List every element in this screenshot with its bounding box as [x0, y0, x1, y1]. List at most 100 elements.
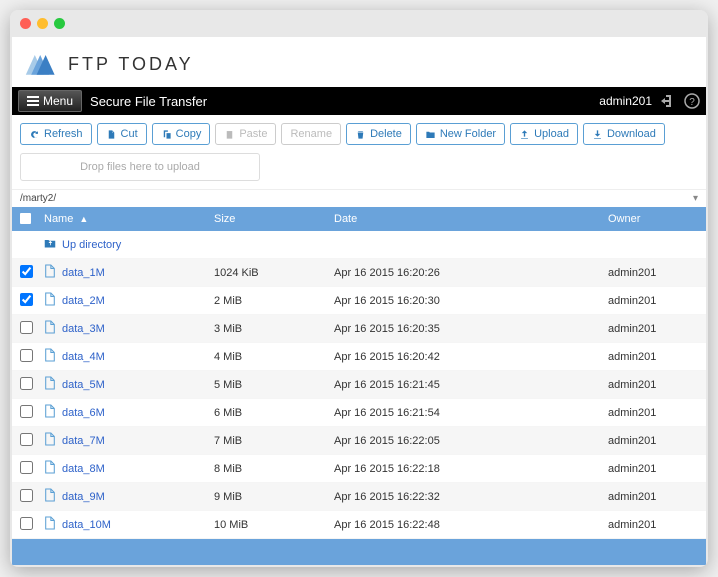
- file-size: 1024 KiB: [214, 267, 334, 279]
- cut-button[interactable]: Cut: [97, 123, 147, 145]
- column-date[interactable]: Date: [334, 213, 608, 225]
- menubar-right: admin201 ?: [599, 93, 700, 109]
- row-checkbox[interactable]: [20, 405, 33, 418]
- paste-button: Paste: [215, 123, 276, 145]
- file-link[interactable]: data_5M: [62, 379, 105, 391]
- file-icon: [44, 516, 56, 533]
- table-header: Name▲ Size Date Owner: [12, 207, 706, 231]
- up-directory-link[interactable]: Up directory: [62, 239, 121, 251]
- row-checkbox[interactable]: [20, 461, 33, 474]
- file-date: Apr 16 2015 16:22:05: [334, 435, 608, 447]
- logo-text: FTP TODAY: [68, 54, 194, 75]
- file-icon: [44, 404, 56, 421]
- table-body: Up directorydata_1M1024 KiBApr 16 2015 1…: [12, 231, 706, 539]
- table-row: data_7M 7 MiBApr 16 2015 16:22:05admin201: [12, 427, 706, 455]
- maximize-icon[interactable]: [54, 18, 65, 29]
- delete-button[interactable]: Delete: [346, 123, 411, 145]
- file-date: Apr 16 2015 16:20:42: [334, 351, 608, 363]
- username: admin201: [599, 94, 652, 108]
- table-row: data_9M9 MiBApr 16 2015 16:22:32admin201: [12, 483, 706, 511]
- file-link[interactable]: data_2M: [62, 295, 105, 307]
- toolbar: Refresh Cut Copy Paste Rename Delete New…: [12, 115, 706, 153]
- menu-button[interactable]: Menu: [18, 90, 82, 112]
- file-icon: [44, 376, 56, 393]
- table-row: data_2M 2 MiBApr 16 2015 16:20:30admin201: [12, 287, 706, 315]
- file-date: Apr 16 2015 16:22:32: [334, 491, 608, 503]
- file-link[interactable]: data_9M: [62, 491, 105, 503]
- file-date: Apr 16 2015 16:20:30: [334, 295, 608, 307]
- table-footer: [12, 539, 706, 565]
- up-directory-row[interactable]: Up directory: [12, 231, 706, 259]
- copy-button[interactable]: Copy: [152, 123, 211, 145]
- column-size[interactable]: Size: [214, 213, 334, 225]
- file-icon: [44, 432, 56, 449]
- file-icon: [44, 320, 56, 337]
- file-icon: [44, 488, 56, 505]
- window: FTP TODAY Menu Secure File Transfer admi…: [10, 10, 708, 567]
- row-checkbox[interactable]: [20, 433, 33, 446]
- file-size: 2 MiB: [214, 295, 334, 307]
- logo-bar: FTP TODAY: [12, 37, 706, 87]
- row-checkbox[interactable]: [20, 349, 33, 362]
- file-link[interactable]: data_10M: [62, 519, 111, 531]
- menu-button-label: Menu: [43, 94, 73, 108]
- file-size: 7 MiB: [214, 435, 334, 447]
- app-title: Secure File Transfer: [90, 94, 207, 109]
- file-icon: [44, 264, 56, 281]
- hamburger-icon: [27, 100, 39, 102]
- file-owner: admin201: [608, 379, 698, 391]
- refresh-button[interactable]: Refresh: [20, 123, 92, 145]
- row-checkbox[interactable]: [20, 265, 33, 278]
- content: FTP TODAY Menu Secure File Transfer admi…: [12, 37, 706, 565]
- row-checkbox[interactable]: [20, 489, 33, 502]
- table-row: data_4M4 MiBApr 16 2015 16:20:42admin201: [12, 343, 706, 371]
- file-table: Name▲ Size Date Owner Up directory data_1…: [12, 207, 706, 565]
- file-link[interactable]: data_1M: [62, 267, 105, 279]
- file-owner: admin201: [608, 295, 698, 307]
- new-folder-button[interactable]: New Folder: [416, 123, 505, 145]
- table-row: data_6M6 MiBApr 16 2015 16:21:54admin201: [12, 399, 706, 427]
- file-link[interactable]: data_7M: [62, 435, 105, 447]
- file-link[interactable]: data_8M: [62, 463, 105, 475]
- file-date: Apr 16 2015 16:22:48: [334, 519, 608, 531]
- row-checkbox[interactable]: [20, 517, 33, 530]
- column-name[interactable]: Name▲: [44, 213, 214, 225]
- menubar: Menu Secure File Transfer admin201 ?: [12, 87, 706, 115]
- file-link[interactable]: data_6M: [62, 407, 105, 419]
- path-bar: /marty2/ ▾: [12, 189, 706, 207]
- download-button[interactable]: Download: [583, 123, 665, 145]
- help-icon[interactable]: ?: [684, 93, 700, 109]
- file-link[interactable]: data_3M: [62, 323, 105, 335]
- file-size: 3 MiB: [214, 323, 334, 335]
- row-checkbox[interactable]: [20, 293, 33, 306]
- file-date: Apr 16 2015 16:20:35: [334, 323, 608, 335]
- table-row: data_1M1024 KiBApr 16 2015 16:20:26admin…: [12, 259, 706, 287]
- table-row: data_5M5 MiBApr 16 2015 16:21:45admin201: [12, 371, 706, 399]
- file-date: Apr 16 2015 16:20:26: [334, 267, 608, 279]
- minimize-icon[interactable]: [37, 18, 48, 29]
- logout-icon[interactable]: [660, 93, 676, 109]
- row-checkbox[interactable]: [20, 377, 33, 390]
- file-owner: admin201: [608, 351, 698, 363]
- file-owner: admin201: [608, 463, 698, 475]
- row-checkbox[interactable]: [20, 321, 33, 334]
- svg-text:?: ?: [689, 97, 695, 108]
- file-icon: [44, 460, 56, 477]
- file-icon: [44, 292, 56, 309]
- path-dropdown-icon[interactable]: ▾: [693, 193, 698, 204]
- upload-button[interactable]: Upload: [510, 123, 578, 145]
- close-icon[interactable]: [20, 18, 31, 29]
- file-owner: admin201: [608, 435, 698, 447]
- folder-up-icon: [44, 236, 56, 253]
- select-all-checkbox[interactable]: [20, 213, 31, 224]
- file-owner: admin201: [608, 323, 698, 335]
- dropzone[interactable]: Drop files here to upload: [20, 153, 260, 181]
- file-owner: admin201: [608, 491, 698, 503]
- file-date: Apr 16 2015 16:22:18: [334, 463, 608, 475]
- sort-asc-icon: ▲: [79, 214, 88, 224]
- file-link[interactable]: data_4M: [62, 351, 105, 363]
- file-owner: admin201: [608, 519, 698, 531]
- column-owner[interactable]: Owner: [608, 213, 698, 225]
- table-row: data_3M 3 MiBApr 16 2015 16:20:35admin201: [12, 315, 706, 343]
- current-path: /marty2/: [20, 193, 56, 204]
